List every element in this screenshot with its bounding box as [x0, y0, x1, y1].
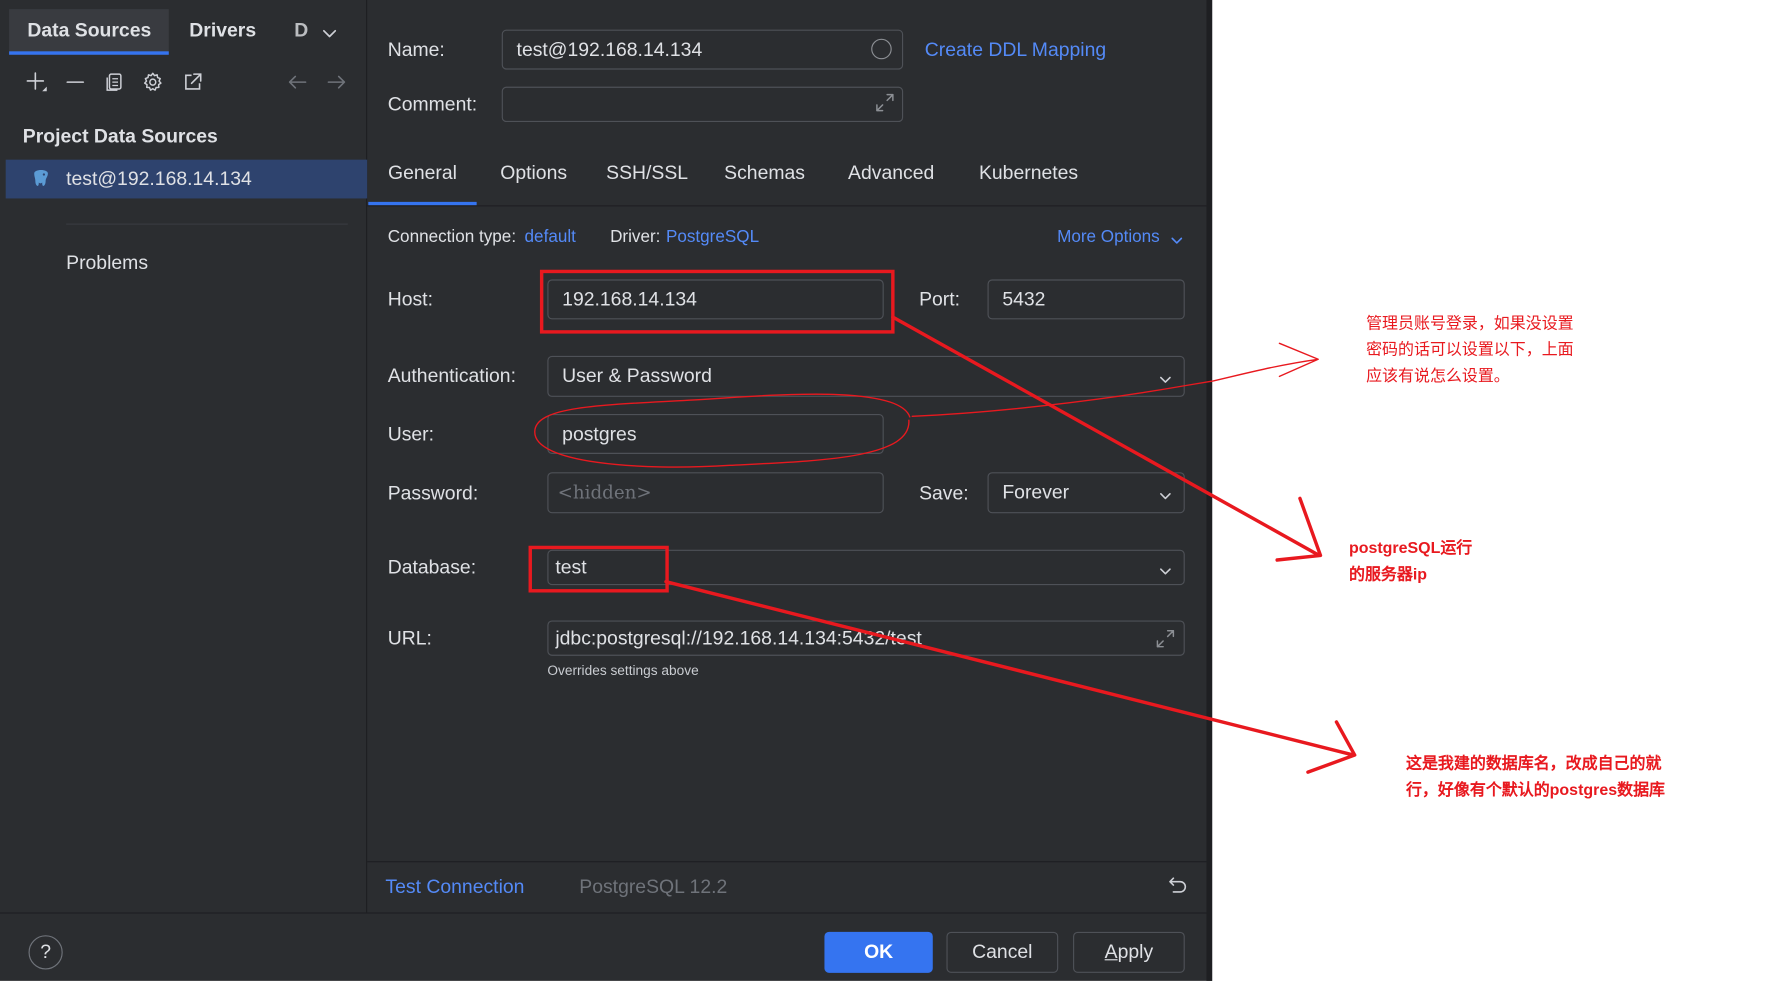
chevron-down-icon — [1159, 370, 1173, 384]
driver-label: Driver: — [610, 226, 661, 247]
tab-advanced[interactable]: Advanced — [826, 141, 957, 205]
database-dropdown[interactable]: test — [547, 549, 1185, 586]
save-label: Save: — [919, 482, 969, 505]
password-label: Password: — [387, 482, 479, 505]
tab-drivers[interactable]: Drivers — [171, 9, 280, 55]
host-field[interactable] — [547, 279, 884, 320]
annotation-note-line: 这是我建的数据库名，改成自己的就 — [1406, 753, 1662, 773]
connection-type-label: Connection type: — [387, 226, 517, 247]
annotation-note-line: postgreSQL运行 — [1348, 538, 1473, 557]
divider — [66, 223, 348, 225]
apply-button[interactable]: Apply — [1073, 931, 1185, 973]
dialog-footer: ? OK Cancel Apply — [0, 912, 1207, 980]
tab-schemas[interactable]: Schemas — [706, 141, 823, 205]
export-icon[interactable] — [181, 71, 204, 94]
problems-item[interactable]: Problems — [66, 252, 148, 275]
color-circle-icon[interactable] — [871, 38, 892, 60]
user-label: User: — [387, 423, 435, 445]
chevron-down-icon[interactable] — [1170, 230, 1184, 244]
save-dropdown[interactable]: Forever — [987, 472, 1185, 514]
annotation-note-line: 应该有说怎么设置。 — [1366, 366, 1510, 385]
test-connection-link[interactable]: Test Connection — [385, 876, 524, 899]
annotation-note-line: 行，好像有个默认的postgres数据库 — [1406, 780, 1665, 799]
forward-arrow-icon[interactable] — [325, 71, 348, 94]
url-label: URL: — [387, 627, 432, 649]
host-label: Host: — [387, 288, 433, 311]
comment-label: Comment: — [387, 93, 478, 116]
tab-truncated-label: D — [294, 19, 309, 42]
annotation-note-database: 这是我建的数据库名，改成自己的就 行，好像有个默认的postgres数据库 — [1406, 750, 1665, 802]
authentication-value: User & Password — [562, 364, 712, 387]
user-field[interactable] — [547, 414, 884, 454]
database-value: test — [555, 556, 587, 578]
left-panel: Data Sources Drivers D Project Data Sour… — [0, 0, 368, 913]
url-hint: Overrides settings above — [547, 662, 699, 679]
annotation-note-line: 密码的话可以设置以下，上面 — [1366, 339, 1574, 359]
ok-button[interactable]: OK — [824, 931, 933, 973]
name-label: Name: — [387, 38, 445, 61]
annotation-note-line: 的服务器ip — [1348, 564, 1428, 583]
port-label: Port: — [919, 288, 961, 311]
gear-icon[interactable] — [141, 71, 164, 94]
tab-options[interactable]: Options — [479, 141, 588, 205]
tab-ssh-ssl[interactable]: SSH/SSL — [591, 141, 704, 205]
section-title-project-data-sources: Project Data Sources — [22, 125, 218, 148]
authentication-dropdown[interactable]: User & Password — [547, 355, 1185, 397]
url-field[interactable] — [547, 620, 1185, 656]
create-ddl-mapping-link[interactable]: Create DDL Mapping — [925, 39, 1106, 62]
more-options-link[interactable]: More Options — [1057, 227, 1160, 248]
postgresql-elephant-icon — [31, 169, 52, 190]
comment-field[interactable] — [501, 86, 904, 123]
save-value: Forever — [1002, 481, 1070, 503]
back-arrow-icon[interactable] — [286, 71, 309, 94]
tab-ddl-mappings-truncated[interactable]: D — [276, 9, 310, 55]
chevron-down-icon — [1159, 561, 1173, 575]
connection-type-link[interactable]: default — [525, 227, 576, 248]
help-button[interactable]: ? — [28, 935, 63, 970]
expand-icon[interactable] — [1154, 627, 1177, 650]
data-sources-dialog: Data Sources Drivers D Project Data Sour… — [0, 0, 1213, 981]
tab-advanced-label: Advanced — [848, 161, 935, 184]
tab-general-label: General — [387, 161, 457, 184]
apply-button-label: Apply — [1104, 940, 1154, 963]
tab-options-label: Options — [500, 161, 568, 184]
remove-icon[interactable] — [64, 71, 87, 94]
copy-icon[interactable] — [103, 71, 126, 94]
tab-data-sources[interactable]: Data Sources — [9, 9, 169, 55]
data-source-item[interactable]: test@192.168.14.134 — [5, 159, 368, 199]
data-source-item-label: test@192.168.14.134 — [66, 167, 252, 190]
tab-kubernetes-label: Kubernetes — [978, 161, 1079, 184]
database-label: Database: — [387, 556, 477, 579]
status-bar: Test Connection PostgreSQL 12.2 — [367, 861, 1207, 912]
tab-general[interactable]: General — [368, 141, 476, 205]
annotation-note-host: postgreSQL运行 的服务器ip — [1349, 535, 1472, 587]
tab-data-sources-label: Data Sources — [27, 19, 152, 42]
name-field[interactable] — [501, 29, 904, 70]
driver-version: PostgreSQL 12.2 — [579, 875, 728, 898]
chevron-down-icon[interactable] — [320, 24, 338, 42]
authentication-label: Authentication: — [387, 364, 516, 387]
password-field[interactable] — [547, 472, 884, 514]
driver-link[interactable]: PostgreSQL — [666, 227, 759, 248]
tabs-divider — [367, 205, 1207, 207]
expand-icon[interactable] — [873, 91, 896, 114]
annotation-note-auth: 管理员账号登录，如果没设置 密码的话可以设置以下，上面 应该有说怎么设置。 — [1366, 310, 1574, 389]
screenshot-stage: Data Sources Drivers D Project Data Sour… — [0, 0, 1788, 990]
chevron-down-icon — [1159, 486, 1173, 500]
tab-ssh-ssl-label: SSH/SSL — [606, 161, 689, 184]
port-field[interactable] — [987, 279, 1185, 320]
cancel-button[interactable]: Cancel — [946, 931, 1059, 973]
annotation-note-line: 管理员账号登录，如果没设置 — [1366, 313, 1574, 332]
revert-icon[interactable] — [1167, 875, 1190, 898]
tab-schemas-label: Schemas — [724, 161, 805, 184]
add-icon[interactable] — [25, 71, 48, 94]
tab-kubernetes[interactable]: Kubernetes — [959, 141, 1098, 205]
tab-drivers-label: Drivers — [189, 19, 257, 42]
